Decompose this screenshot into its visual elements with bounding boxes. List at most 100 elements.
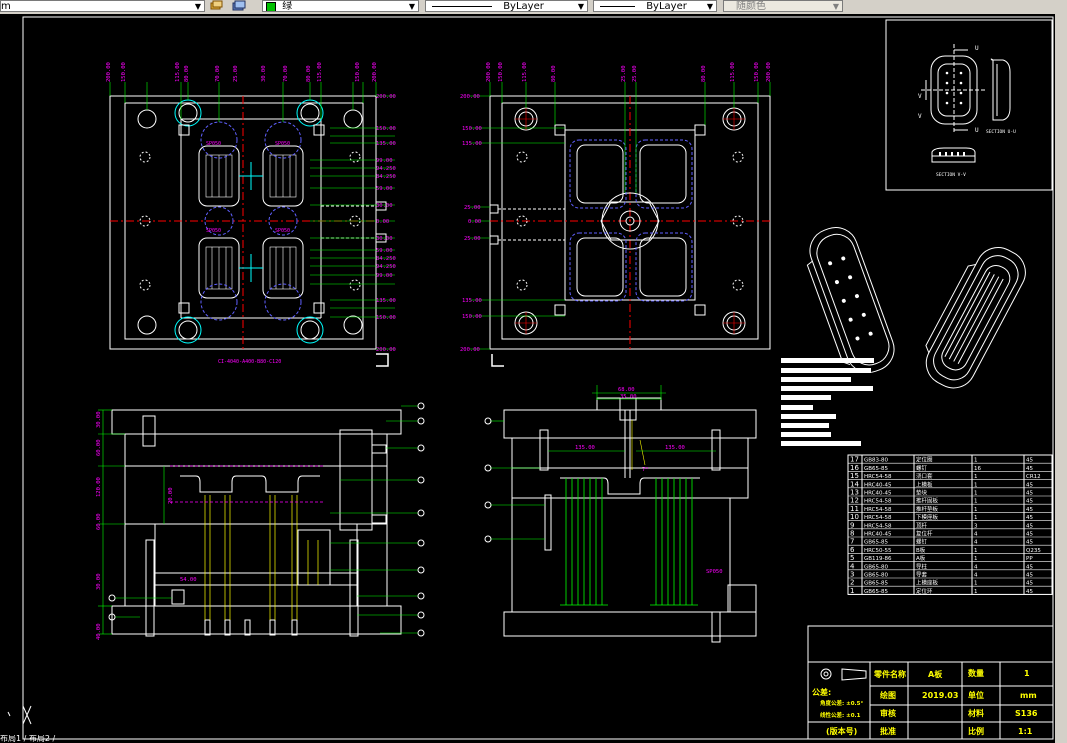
spr-label: SP050	[275, 141, 290, 147]
material-label: 材料	[968, 708, 984, 718]
layer-value: m	[1, 1, 11, 12]
lineweight-dropdown[interactable]: ByLayer ▼	[593, 0, 717, 12]
detail-sections-frame: U U V V SECTION U-U SECTION V-V	[885, 19, 1053, 191]
bom-cell: 14	[850, 480, 859, 488]
bom-cell: GB119-86	[864, 556, 892, 562]
layer-state-icon[interactable]	[209, 0, 223, 12]
linetype-dropdown[interactable]: ByLayer ▼	[425, 0, 588, 12]
dim-text: 30.00	[96, 411, 102, 428]
dim-text: 35.00	[620, 394, 637, 400]
view-corner-mark	[376, 353, 389, 367]
dim-text: 115.00	[522, 62, 528, 82]
linetype-value: ByLayer	[503, 1, 544, 12]
dim-text: 7°	[642, 467, 649, 473]
review-label: 审核	[880, 708, 896, 718]
bom-cell: 上模座板	[916, 579, 939, 587]
bom-cell: 上模板	[916, 480, 933, 488]
bom-cell: 13	[850, 489, 859, 497]
bom-cell: 17	[850, 456, 859, 464]
dim-text: 59.00	[376, 248, 393, 254]
date-value: 2019.03	[922, 691, 958, 700]
view-corner-mark	[491, 354, 504, 367]
dim-text: 115.00	[175, 62, 181, 82]
bom-cell: 45	[1026, 581, 1033, 587]
bom-cell: 浇口套	[916, 472, 933, 480]
bom-cell: 螺钉	[916, 464, 928, 472]
chevron-down-icon: ▼	[194, 2, 202, 11]
bom-cell: 1	[974, 474, 978, 480]
bom-cell: 45	[1026, 523, 1033, 529]
tolerance-angle: 角度公差: ±0.5°	[820, 699, 863, 707]
dim-text: 40.00	[96, 623, 102, 640]
dim-text: 25.00	[464, 205, 481, 211]
drawing-canvas[interactable]: 200.00 150.00 115.00 80.00 70.00 25.00 3…	[0, 14, 1067, 743]
spr-label: SP050	[206, 141, 221, 147]
spr-label: SP050	[706, 569, 723, 575]
bom-cell: Q235	[1026, 548, 1041, 554]
dim-text: 25.00	[632, 65, 638, 82]
properties-toolbar: m ▼ 绿 ▼ ByLayer ▼ ByLayer ▼ 随颜色 ▼	[0, 0, 1067, 15]
bom-cell: 1	[974, 548, 978, 554]
color-value: 绿	[282, 1, 293, 12]
bom-cell: 12	[850, 497, 859, 505]
qty-value: 1	[1024, 669, 1030, 678]
dim-text: 25.00	[233, 65, 239, 82]
bom-cell: 6	[850, 546, 855, 554]
dim-text: 84.250	[376, 256, 396, 262]
bom-cell: HRC54-58	[864, 515, 892, 521]
drawing-frame	[22, 16, 1054, 740]
bom-cell: 1	[974, 482, 978, 488]
plotstyle-dropdown[interactable]: 随颜色 ▼	[723, 0, 843, 12]
chevron-down-icon: ▼	[408, 2, 416, 11]
bom-cell: 1	[974, 499, 978, 505]
bom-cell: 1	[974, 491, 978, 497]
dim-text: 200.00	[766, 62, 772, 82]
bom-cell: 5	[850, 554, 854, 562]
layer-previous-icon[interactable]	[232, 0, 246, 12]
part-name-value: A板	[928, 669, 943, 679]
plan-view-moving-half: 200.00 150.00 135.00 25.00 0.00 25.00 13…	[460, 62, 772, 367]
dim-text: 150.00	[462, 126, 482, 132]
bom-cell: HRC54-58	[864, 474, 892, 480]
plan-view-fixed-half: 200.00 150.00 115.00 80.00 70.00 25.00 3…	[106, 62, 396, 367]
bom-cell: HRC40-45	[864, 532, 892, 538]
bom-cell: HRC50-55	[864, 548, 892, 554]
layer-dropdown[interactable]: m ▼	[0, 0, 205, 12]
section-letter: V	[918, 93, 922, 100]
vertical-scrollbar[interactable]	[1055, 14, 1067, 743]
dim-text: 150.00	[462, 314, 482, 320]
dim-text: 20.00	[168, 487, 174, 504]
bom-cell: 45	[1026, 589, 1033, 595]
spr-label: SP050	[206, 228, 221, 234]
color-dropdown[interactable]: 绿 ▼	[262, 0, 419, 12]
dim-text: 115.00	[730, 62, 736, 82]
dim-text: 135.00	[376, 141, 396, 147]
dim-text: 80.00	[184, 65, 190, 82]
bom-cell: 4	[850, 562, 855, 570]
bom-cell: 16	[974, 466, 981, 472]
spr-label: SP050	[275, 228, 290, 234]
bom-cell: 45	[1026, 458, 1033, 464]
bom-cell: 45	[1026, 515, 1033, 521]
dim-text: 80.00	[306, 65, 312, 82]
dim-text: 0.00	[468, 219, 481, 225]
dim-text: 84.250	[376, 174, 396, 180]
dim-text: 200.00	[376, 94, 396, 100]
bom-cell: GB65-85	[864, 466, 889, 472]
dim-text: 135.00	[376, 298, 396, 304]
dim-text: 200.00	[376, 347, 396, 353]
bom-cell: 11	[850, 505, 859, 513]
bom-cell: 45	[1026, 499, 1033, 505]
bom-cell: GB65-80	[864, 564, 889, 570]
color-swatch	[266, 2, 276, 11]
chevron-down-icon: ▼	[577, 2, 585, 11]
lineweight-value: ByLayer	[646, 1, 687, 12]
drawn-label: 绘图	[880, 690, 896, 700]
dim-text: 135.00	[462, 141, 482, 147]
layout-tabs[interactable]: 布局1 / 布局2 /	[0, 735, 140, 743]
bom-cell: HRC54-58	[864, 499, 892, 505]
bom-cell: 1	[974, 458, 978, 464]
technical-notes-block	[781, 358, 874, 446]
dim-text: 150.00	[498, 62, 504, 82]
bom-cell: 螺钉	[916, 538, 928, 546]
